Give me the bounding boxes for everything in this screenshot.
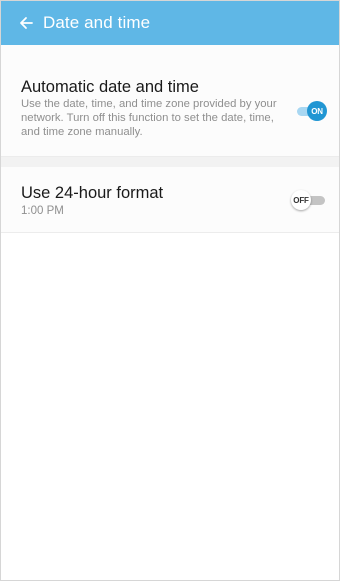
toggle-knob: OFF (291, 190, 311, 210)
app-bar: Date and time (1, 1, 339, 45)
settings-screen: Date and time Automatic date and time Us… (0, 0, 340, 581)
setting-subtitle: 1:00 PM (21, 205, 64, 217)
setting-automatic-date-time[interactable]: Automatic date and time Use the date, ti… (1, 45, 339, 157)
automatic-date-time-toggle[interactable]: ON (291, 100, 327, 122)
24-hour-format-toggle[interactable]: OFF (291, 189, 327, 211)
setting-title: Use 24-hour format (21, 184, 164, 202)
setting-24-hour-format[interactable]: Use 24-hour format 1:00 PM OFF (1, 167, 339, 233)
setting-title: Automatic date and time (21, 78, 199, 96)
arrow-left-icon (20, 17, 33, 29)
page-title: Date and time (43, 13, 151, 32)
setting-description: Use the date, time, and time zone provid… (21, 98, 277, 138)
section-divider (1, 157, 339, 167)
toggle-knob: ON (307, 101, 327, 121)
back-button[interactable] (12, 1, 40, 45)
